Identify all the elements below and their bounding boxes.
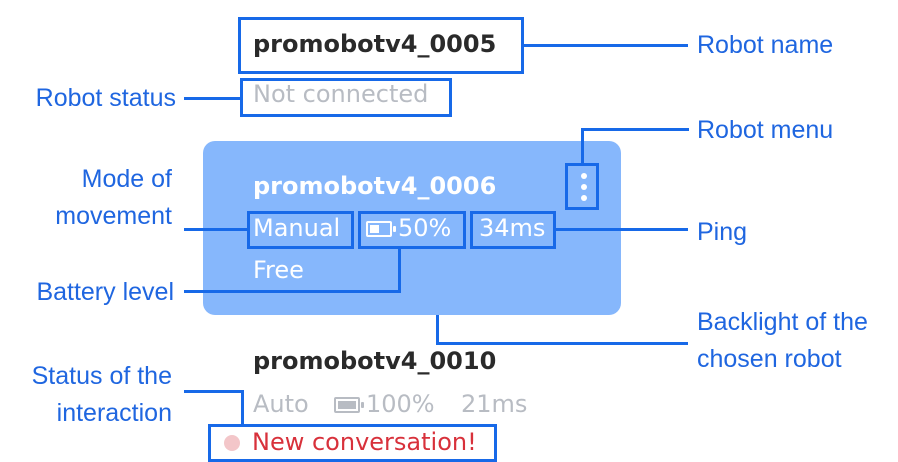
robot-menu-connector (581, 128, 689, 131)
robot-menu-connector (581, 128, 584, 163)
annotation-robot-status: Robot status (35, 84, 176, 112)
menu-dot-icon (581, 173, 587, 179)
battery-connector (184, 290, 401, 293)
battery-icon (334, 397, 364, 413)
backlight-connector (436, 342, 688, 345)
ping-highlight (470, 211, 556, 249)
robot-name-connector (524, 44, 688, 47)
mode-highlight (247, 211, 354, 249)
annotation-robot-menu: Robot menu (697, 116, 834, 144)
robot-battery: 100% (334, 390, 435, 418)
robot-name: promobotv4_0006 (253, 172, 497, 200)
robot-name-highlight (238, 17, 524, 74)
annotation-battery-level: Battery level (36, 278, 174, 306)
menu-dot-icon (581, 184, 587, 190)
annotation-backlight-line1: Backlight of the (697, 308, 868, 336)
battery-connector (398, 249, 401, 292)
interaction-connector (241, 390, 244, 426)
annotation-robot-name: Robot name (697, 31, 834, 59)
backlight-connector (436, 315, 439, 345)
robot-mode: Auto (253, 390, 309, 418)
annotation-mode-line2: movement (55, 202, 172, 230)
battery-highlight (358, 211, 466, 249)
annotation-ping: Ping (697, 218, 748, 246)
robot-status-connector (184, 97, 240, 100)
annotation-mode-line1: Mode of (81, 165, 172, 193)
menu-dot-icon (581, 195, 587, 201)
robot-ping: 21ms (461, 390, 528, 418)
annotation-backlight-line2: chosen robot (697, 345, 842, 373)
annotation-interaction-line2: interaction (56, 399, 172, 427)
robot-name: promobotv4_0010 (253, 347, 497, 375)
ping-connector (556, 228, 688, 231)
robot-interaction-status: Free (253, 256, 304, 284)
interaction-connector (184, 390, 244, 393)
mode-connector (184, 228, 247, 231)
annotation-interaction-line1: Status of the (31, 362, 172, 390)
interaction-highlight (208, 424, 497, 462)
robot-status-highlight (240, 78, 452, 117)
battery-value: 100% (366, 390, 435, 418)
